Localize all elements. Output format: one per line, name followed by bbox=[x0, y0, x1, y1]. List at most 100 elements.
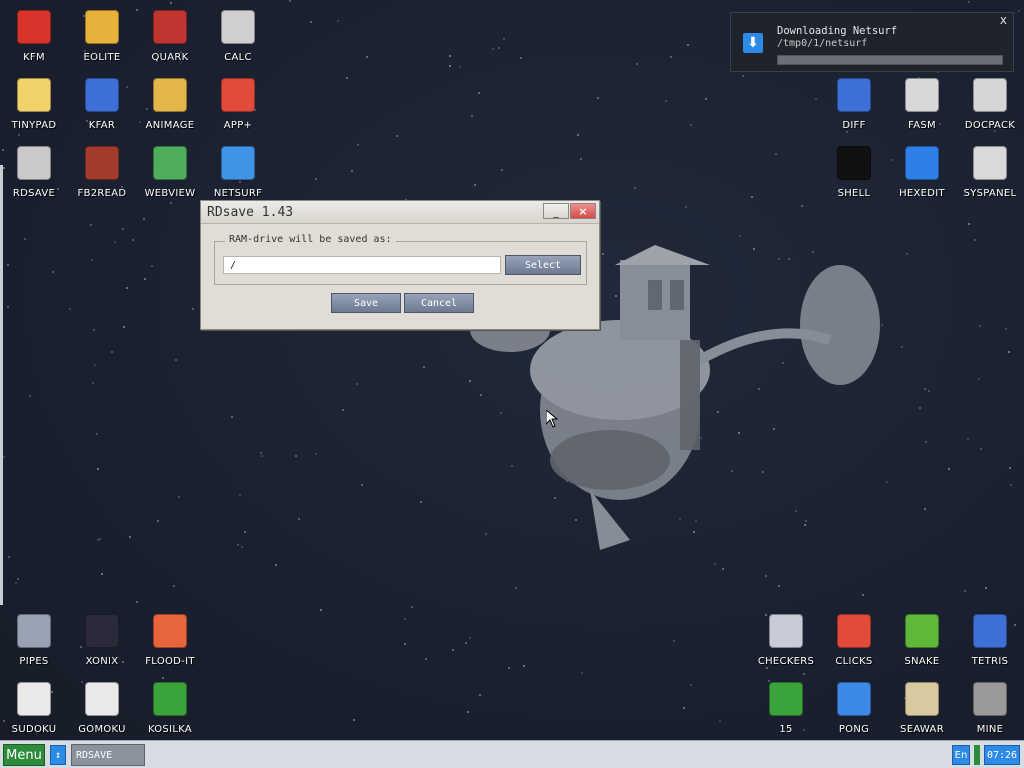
desktop-icon-netsurf[interactable]: NETSURF bbox=[204, 138, 272, 202]
star bbox=[690, 684, 692, 686]
close-button[interactable]: × bbox=[570, 203, 596, 219]
desktop-icon-flood-it[interactable]: FLOOD-IT bbox=[136, 606, 204, 670]
star bbox=[144, 278, 146, 280]
menu-button[interactable]: Menu bbox=[3, 744, 45, 766]
star bbox=[928, 390, 930, 392]
desktop-icon-diff[interactable]: DIFF bbox=[820, 70, 888, 134]
desktop-icon-quark[interactable]: QUARK bbox=[136, 2, 204, 66]
star bbox=[948, 468, 950, 470]
star bbox=[97, 468, 99, 470]
snake-icon bbox=[905, 614, 939, 648]
desktop-icon-webview[interactable]: WEBVIEW bbox=[136, 138, 204, 202]
desktop-icon-kfar[interactable]: KFAR bbox=[68, 70, 136, 134]
desktop-icon-xonix[interactable]: XONIX bbox=[68, 606, 136, 670]
notification-close-icon[interactable]: x bbox=[1000, 13, 1007, 27]
star bbox=[396, 135, 398, 137]
star bbox=[906, 253, 908, 255]
sudoku-icon bbox=[17, 682, 51, 716]
desktop-icon-syspanel[interactable]: SYSPANEL bbox=[956, 138, 1024, 202]
desktop-icon-snake[interactable]: SNAKE bbox=[888, 606, 956, 670]
star bbox=[636, 63, 638, 65]
mouse-cursor-icon bbox=[546, 410, 558, 428]
star bbox=[356, 383, 358, 385]
desktop-icon-label: 15 bbox=[779, 724, 793, 735]
desktop-icon-label: KFAR bbox=[88, 120, 116, 131]
star bbox=[404, 618, 406, 620]
desktop-icon-animage[interactable]: ANIMAGE bbox=[136, 70, 204, 134]
dialog-titlebar[interactable]: RDsave 1.43 _ × bbox=[201, 201, 599, 224]
desktop-icon-label: SNAKE bbox=[904, 656, 940, 667]
download-icon: ⬇ bbox=[743, 33, 763, 53]
desktop-icon-kosilka[interactable]: KOSILKA bbox=[136, 674, 204, 738]
star bbox=[101, 573, 103, 575]
terminal-icon bbox=[837, 146, 871, 180]
window-switch-icon[interactable]: ↕ bbox=[50, 745, 66, 765]
pencil-ruler-icon bbox=[153, 78, 187, 112]
star bbox=[581, 672, 583, 674]
desktop-icon-rdsave[interactable]: RDSAVE bbox=[0, 138, 68, 202]
desktop-icon-app-[interactable]: APP+ bbox=[204, 70, 272, 134]
desktop-icon-tetris[interactable]: TETRIS bbox=[956, 606, 1024, 670]
save-button[interactable]: Save bbox=[331, 293, 401, 313]
desktop-icon-hexedit[interactable]: HEXEDIT bbox=[888, 138, 956, 202]
select-button[interactable]: Select bbox=[505, 255, 581, 275]
rdsave-dialog: RDsave 1.43 _ × RAM-drive will be saved … bbox=[200, 200, 600, 330]
cancel-button[interactable]: Cancel bbox=[404, 293, 474, 313]
folder-icon bbox=[85, 10, 119, 44]
desktop-icon-mine[interactable]: MINE bbox=[956, 674, 1024, 738]
star bbox=[94, 364, 96, 366]
taskbar-item-rdsave[interactable]: RDSAVE bbox=[71, 744, 145, 766]
desktop-icon-eolite[interactable]: EOLITE bbox=[68, 2, 136, 66]
star bbox=[765, 575, 767, 577]
desktop-icon-kfm[interactable]: KFM bbox=[0, 2, 68, 66]
desktop-icon-pong[interactable]: PONG bbox=[820, 674, 888, 738]
desktop-icon-calc[interactable]: CALC bbox=[204, 2, 272, 66]
desktop-icon-docpack[interactable]: DOCPACK bbox=[956, 70, 1024, 134]
star bbox=[111, 351, 113, 353]
globe-icon bbox=[221, 146, 255, 180]
save-path-input[interactable] bbox=[223, 256, 501, 274]
star bbox=[315, 453, 317, 455]
star bbox=[411, 606, 413, 608]
desktop-icon-pipes[interactable]: PIPES bbox=[0, 606, 68, 670]
star bbox=[69, 308, 71, 310]
desktop-icon-fb2read[interactable]: FB2READ bbox=[68, 138, 136, 202]
star bbox=[577, 134, 579, 136]
desktop-icon-15[interactable]: 15 bbox=[752, 674, 820, 738]
star bbox=[353, 719, 355, 721]
webview-icon bbox=[153, 146, 187, 180]
star bbox=[1010, 484, 1012, 486]
download-notification[interactable]: ⬇ Downloading Netsurf /tmp0/1/netsurf x bbox=[730, 12, 1014, 72]
star bbox=[471, 115, 473, 117]
desktop-icon-gomoku[interactable]: GOMOKU bbox=[68, 674, 136, 738]
star bbox=[357, 144, 359, 146]
star bbox=[919, 407, 921, 409]
file-manager-icon bbox=[85, 78, 119, 112]
compare-icon bbox=[837, 78, 871, 112]
desktop-icon-fasm[interactable]: FASM bbox=[888, 70, 956, 134]
star bbox=[423, 366, 425, 368]
minimize-button[interactable]: _ bbox=[543, 203, 569, 219]
desktop-icon-tinypad[interactable]: TINYPAD bbox=[0, 70, 68, 134]
desktop-icon-sudoku[interactable]: SUDOKU bbox=[0, 674, 68, 738]
hex-editor-icon bbox=[905, 146, 939, 180]
star bbox=[520, 57, 522, 59]
star bbox=[315, 178, 317, 180]
star bbox=[298, 518, 300, 520]
star bbox=[974, 239, 976, 241]
desktop-icon-clicks[interactable]: CLICKS bbox=[820, 606, 888, 670]
star bbox=[597, 97, 599, 99]
desktop-icon-seawar[interactable]: SEAWAR bbox=[888, 674, 956, 738]
star bbox=[91, 259, 93, 261]
clock[interactable]: 07:26 bbox=[984, 745, 1020, 765]
star bbox=[1009, 467, 1011, 469]
star bbox=[8, 556, 10, 558]
desktop-icon-label: SUDOKU bbox=[11, 724, 57, 735]
desktop-icon-shell[interactable]: SHELL bbox=[820, 138, 888, 202]
star bbox=[342, 409, 344, 411]
star bbox=[1018, 10, 1020, 12]
language-indicator[interactable]: En bbox=[952, 745, 970, 765]
notebook-icon bbox=[153, 10, 187, 44]
desktop-icon-checkers[interactable]: CHECKERS bbox=[752, 606, 820, 670]
star bbox=[980, 448, 982, 450]
